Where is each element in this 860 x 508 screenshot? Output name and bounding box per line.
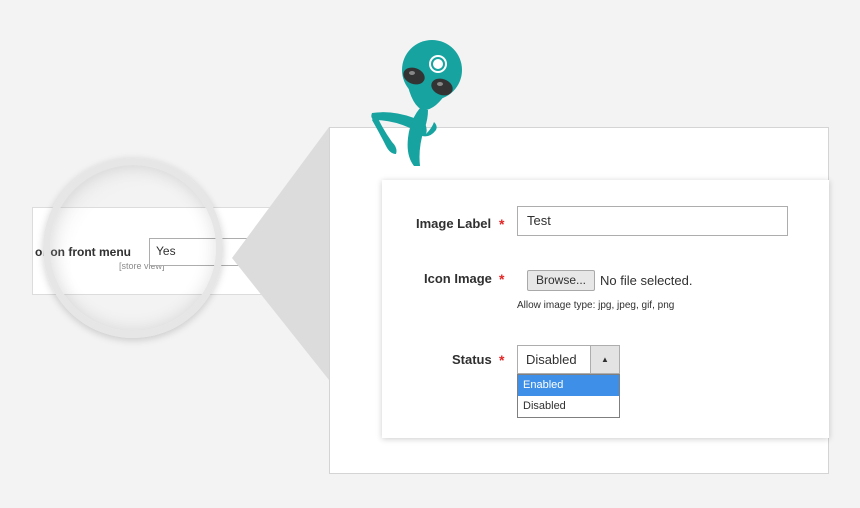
caret-up-icon[interactable]: ▲: [590, 346, 619, 373]
background-form-strip: or on front menu [store view] Yes: [32, 207, 332, 295]
menu-visibility-select[interactable]: Yes: [149, 238, 259, 266]
browse-button[interactable]: Browse...: [527, 270, 595, 291]
status-select[interactable]: Disabled ▲: [517, 345, 620, 374]
required-star: *: [499, 216, 505, 232]
icon-image-label: Icon Image: [424, 271, 492, 286]
image-label-input[interactable]: Test: [517, 206, 788, 236]
status-label: Status: [452, 352, 492, 367]
status-option-enabled[interactable]: Enabled: [518, 375, 619, 396]
required-star: *: [499, 352, 505, 368]
file-type-hint: Allow image type: jpg, jpeg, gif, png: [517, 300, 675, 311]
form-card: Image Label * Test Icon Image * Browse..…: [382, 180, 829, 438]
required-star: *: [499, 271, 505, 287]
menu-visibility-label: or on front menu: [35, 245, 131, 259]
status-option-disabled[interactable]: Disabled: [518, 396, 619, 417]
file-status: No file selected.: [600, 273, 693, 288]
status-dropdown: Enabled Disabled: [517, 374, 620, 418]
status-select-value: Disabled: [526, 352, 577, 367]
image-label-label: Image Label: [416, 216, 492, 231]
